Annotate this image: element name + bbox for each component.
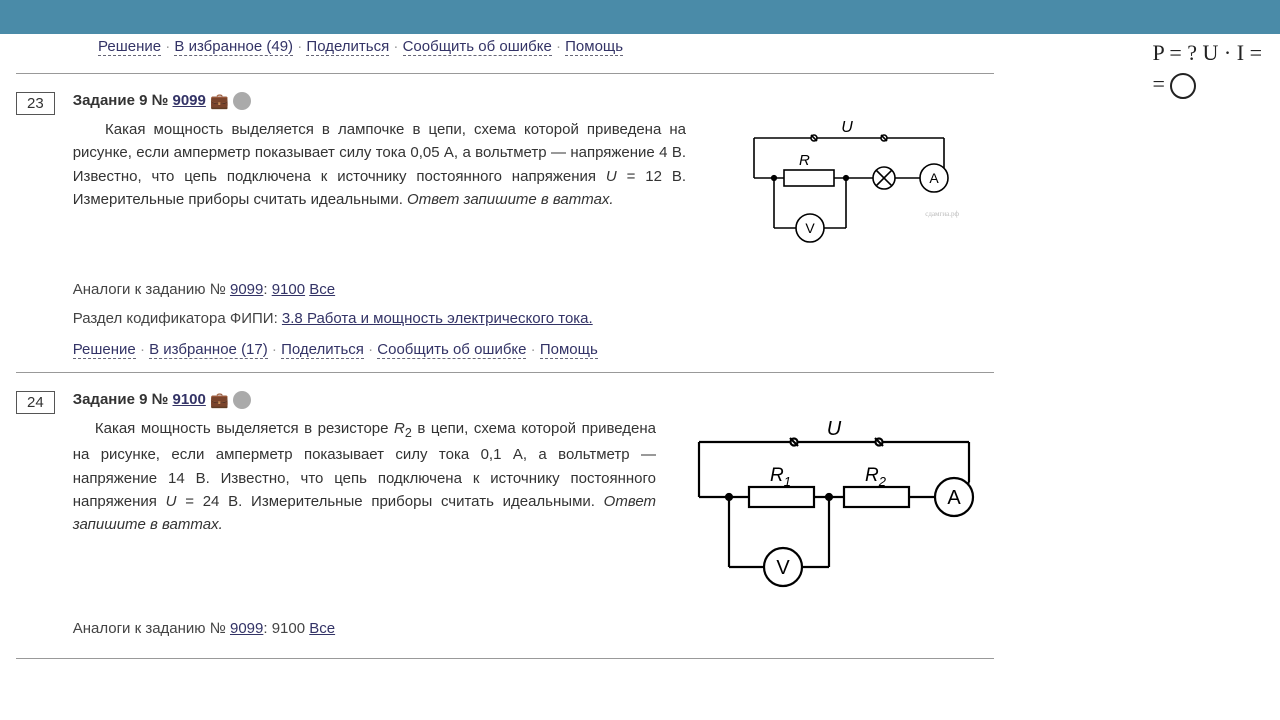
svg-text:R2: R2 (865, 465, 887, 489)
svg-text:U: U (841, 119, 853, 136)
task-id-link[interactable]: 9100 (172, 391, 205, 408)
svg-text:R: R (799, 152, 810, 169)
annot-eq: = (1152, 71, 1164, 96)
status-dot-icon[interactable] (233, 391, 251, 409)
solution-link[interactable]: Решение (98, 38, 161, 56)
solution-link[interactable]: Решение (73, 341, 136, 359)
answer-instruction: Ответ запишите в ваттах. (407, 191, 614, 208)
analog-all-link[interactable]: Все (309, 620, 335, 637)
annot-circle-icon (1170, 73, 1196, 99)
title-prefix: Задание 9 № (73, 391, 173, 408)
body-part3: = 24 В. Измерительные приборы считать ид… (176, 493, 603, 510)
status-dot-icon[interactable] (233, 92, 251, 110)
task-number-badge: 23 (16, 92, 55, 115)
analog-link-1[interactable]: 9099 (230, 620, 263, 637)
report-error-link[interactable]: Сообщить об ошибке (403, 38, 552, 56)
share-link[interactable]: Поделиться (306, 38, 389, 56)
annot-line1: P = ? U · I = (1152, 38, 1262, 69)
briefcase-icon[interactable]: 💼 (210, 392, 229, 409)
analogs-label: Аналоги к заданию № (73, 620, 230, 637)
svg-text:R1: R1 (770, 465, 791, 489)
svg-text:V: V (805, 220, 815, 236)
task-title: Задание 9 № 9100 💼 (73, 391, 994, 409)
task-meta: Аналоги к заданию № 9099: 9100 Все (73, 615, 994, 644)
svg-text:U: U (827, 418, 842, 440)
favorite-link[interactable]: В избранное (49) (174, 38, 293, 56)
top-header-bar (0, 0, 1280, 34)
codifier-label: Раздел кодификатора ФИПИ: (73, 310, 282, 327)
body-part1: Какая мощность выделяется в резисторе (95, 420, 394, 437)
title-prefix: Задание 9 № (73, 92, 173, 109)
previous-task-actions-fragment: Решение · В избранное (49) · Поделиться … (16, 34, 994, 74)
task-actions: Решение · В избранное (17) · Поделиться … (73, 341, 994, 358)
body-part1: Какая мощность выделяется в лампочке в ц… (73, 121, 686, 185)
analog-sep: : (263, 281, 271, 298)
favorite-link[interactable]: В избранное (17) (149, 341, 268, 359)
analog-all-link[interactable]: Все (309, 281, 335, 298)
r-symbol: R (394, 420, 405, 437)
u-symbol: U (606, 168, 617, 185)
task-number-badge: 24 (16, 391, 55, 414)
analog-sep: : 9100 (263, 620, 309, 637)
u-symbol: U (166, 493, 177, 510)
svg-text:A: A (929, 170, 939, 186)
task-23: 23 Задание 9 № 9099 💼 Какая мощность выд… (16, 74, 994, 373)
task-text: Какая мощность выделяется в резисторе R2… (73, 417, 656, 597)
share-link[interactable]: Поделиться (281, 341, 364, 359)
help-link[interactable]: Помощь (540, 341, 598, 359)
svg-text:A: A (947, 487, 961, 509)
report-error-link[interactable]: Сообщить об ошибке (377, 341, 526, 359)
handwritten-annotation: P = ? U · I = = (1152, 38, 1262, 100)
analog-link-2[interactable]: 9100 (272, 281, 305, 298)
task-id-link[interactable]: 9099 (172, 92, 205, 109)
circuit-diagram-24: U A R2 R (674, 417, 994, 597)
svg-text:сдамгиа.рф: сдамгиа.рф (925, 210, 959, 218)
briefcase-icon[interactable]: 💼 (210, 93, 229, 110)
help-link[interactable]: Помощь (565, 38, 623, 56)
analogs-label: Аналоги к заданию № (73, 281, 230, 298)
task-24: 24 Задание 9 № 9100 💼 Какая мощность выд… (16, 373, 994, 659)
task-title: Задание 9 № 9099 💼 (73, 92, 994, 110)
svg-text:V: V (776, 557, 790, 579)
circuit-diagram-23: U A R (704, 118, 994, 258)
task-text: Какая мощность выделяется в лампочке в ц… (73, 118, 686, 258)
r-sub: 2 (405, 426, 412, 440)
task-meta: Аналоги к заданию № 9099: 9100 Все Разде… (73, 276, 994, 333)
codifier-link[interactable]: 3.8 Работа и мощность электрического ток… (282, 310, 593, 327)
analog-link-1[interactable]: 9099 (230, 281, 263, 298)
